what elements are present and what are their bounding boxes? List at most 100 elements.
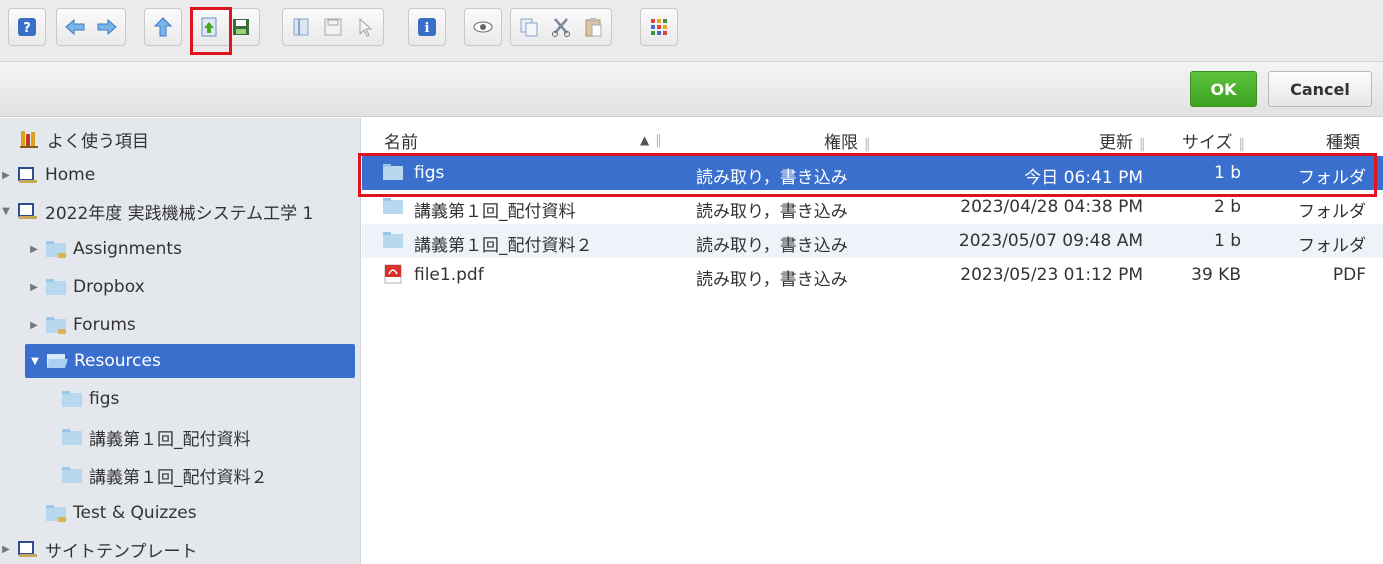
upload-button[interactable]: [190, 7, 232, 55]
column-header-size[interactable]: サイズ ‖: [1182, 128, 1245, 153]
column-header-permission[interactable]: 権限 ‖: [824, 128, 871, 153]
tree-label: Home: [45, 165, 96, 185]
file-name: figs: [414, 163, 445, 183]
toolbar-group-help: ?: [8, 8, 46, 46]
back-icon: [65, 18, 85, 36]
up-button[interactable]: [148, 12, 178, 42]
save-icon: [233, 19, 249, 35]
tree-label: 講義第１回_配付資料２: [89, 467, 268, 488]
file-size: 2 b: [1213, 197, 1241, 217]
info-button[interactable]: i: [412, 12, 442, 42]
column-header-kind[interactable]: 種類: [1326, 128, 1360, 153]
copy-button[interactable]: [514, 12, 544, 42]
file-modified: 今日 06:41 PM: [1024, 168, 1143, 188]
collapse-arrow-icon[interactable]: ▼: [29, 356, 41, 367]
action-bar: [0, 62, 1383, 117]
folder-icon: [382, 162, 404, 182]
folder-tree: よく使う項目 ▶ Home ▼ 2022年度 実践機械システム工学 1 ▶ As…: [0, 118, 361, 564]
file-permission: 読み取り，書き込み: [696, 270, 848, 290]
file-size: 39 KB: [1191, 265, 1241, 285]
tree-label: Assignments: [73, 239, 182, 259]
paste-button[interactable]: [578, 12, 608, 42]
file-kind: フォルダ: [1298, 202, 1366, 222]
tool-folder-icon: [46, 241, 66, 258]
tree-item-handout-1[interactable]: 講義第１回_配付資料: [56, 420, 251, 454]
info-icon: i: [418, 18, 436, 36]
new-document-button[interactable]: [286, 12, 316, 42]
tree-label: figs: [89, 389, 120, 409]
tree-label: Dropbox: [73, 277, 145, 297]
cancel-button[interactable]: Cancel: [1268, 71, 1372, 107]
expand-arrow-icon[interactable]: ▶: [0, 544, 12, 555]
ok-button[interactable]: OK: [1190, 71, 1257, 107]
collapse-arrow-icon[interactable]: ▼: [0, 206, 12, 217]
select-button[interactable]: [350, 12, 380, 42]
tree-item-favorites[interactable]: よく使う項目: [14, 122, 149, 156]
column-header-name[interactable]: 名前: [384, 128, 418, 153]
preview-icon: [473, 21, 493, 33]
tree-item-tests[interactable]: Test & Quizzes: [40, 496, 197, 530]
help-button[interactable]: ?: [12, 12, 42, 42]
back-button[interactable]: [60, 12, 90, 42]
tree-label: Test & Quizzes: [73, 503, 197, 523]
favorites-icon: [20, 131, 38, 148]
file-row-handout-1[interactable]: 講義第１回_配付資料 読み取り，書き込み 2023/04/28 04:38 PM…: [362, 190, 1383, 224]
tree-item-handout-2[interactable]: 講義第１回_配付資料２: [56, 458, 268, 492]
toolbar-group-file: [190, 7, 260, 55]
file-row-handout-2[interactable]: 講義第１回_配付資料２ 読み取り，書き込み 2023/05/07 09:48 A…: [362, 224, 1383, 258]
new-folder-button[interactable]: [318, 12, 348, 42]
site-icon: [18, 167, 37, 183]
list-header: 名前 ▲ ‖ 権限 ‖ 更新 ‖ サイズ ‖ 種類: [362, 128, 1383, 155]
file-size: 1 b: [1213, 163, 1241, 183]
toolbar-group-up: [144, 8, 182, 46]
upload-icon: [201, 17, 217, 37]
file-modified: 2023/05/23 01:12 PM: [960, 265, 1143, 285]
expand-arrow-icon[interactable]: ▶: [28, 282, 40, 293]
copy-icon: [520, 18, 538, 37]
toolbar-group-view: [640, 8, 678, 46]
expand-arrow-icon[interactable]: ▶: [0, 170, 12, 181]
forward-button[interactable]: [92, 12, 122, 42]
tree-item-figs[interactable]: figs: [56, 382, 119, 416]
toolbar-group-clipboard: [510, 8, 612, 46]
svg-text:i: i: [425, 21, 430, 36]
save-button[interactable]: [226, 12, 256, 42]
column-header-modified[interactable]: 更新 ‖: [1099, 128, 1146, 153]
open-folder-icon: [47, 354, 68, 368]
preview-button[interactable]: [468, 12, 498, 42]
file-modified: 2023/05/07 09:48 AM: [958, 231, 1143, 251]
toolbar: ? i: [0, 0, 1383, 62]
toolbar-group-info: i: [408, 8, 446, 46]
column-label: サイズ: [1182, 133, 1233, 153]
file-name: 講義第１回_配付資料: [414, 202, 576, 222]
tree-item-site-templates[interactable]: ▶ サイトテンプレート: [0, 532, 198, 564]
tree-label: 講義第１回_配付資料: [89, 429, 251, 450]
folder-icon: [46, 279, 66, 295]
up-icon: [153, 17, 173, 37]
file-row-file1-pdf[interactable]: file1.pdf 読み取り，書き込み 2023/05/23 01:12 PM …: [362, 258, 1383, 292]
toolbar-group-preview: [464, 8, 502, 46]
file-kind: フォルダ: [1298, 236, 1366, 256]
grid-view-button[interactable]: [644, 12, 674, 42]
column-label: 権限: [824, 133, 858, 153]
folder-icon: [62, 467, 82, 483]
help-icon: ?: [18, 18, 36, 36]
file-row-figs[interactable]: figs 読み取り，書き込み 今日 06:41 PM 1 b フォルダ: [358, 153, 1383, 197]
toolbar-group-create: [282, 8, 384, 46]
file-kind: フォルダ: [1298, 168, 1366, 188]
folder-icon: [382, 230, 404, 250]
cut-button[interactable]: [546, 12, 576, 42]
tree-item-forums[interactable]: ▶ Forums: [28, 308, 136, 342]
tree-item-assignments[interactable]: ▶ Assignments: [28, 232, 182, 266]
tree-item-course[interactable]: ▼ 2022年度 実践機械システム工学 1: [0, 194, 313, 228]
tree-item-resources[interactable]: ▼ Resources: [25, 344, 355, 378]
expand-arrow-icon[interactable]: ▶: [28, 244, 40, 255]
tree-label: Resources: [74, 351, 161, 371]
tool-folder-icon: [46, 317, 66, 334]
expand-arrow-icon[interactable]: ▶: [28, 320, 40, 331]
tree-item-dropbox[interactable]: ▶ Dropbox: [28, 270, 145, 304]
tree-item-home[interactable]: ▶ Home: [0, 158, 95, 192]
file-list: 名前 ▲ ‖ 権限 ‖ 更新 ‖ サイズ ‖ 種類 figs 読み取り，書き込み 今日 …: [358, 118, 1383, 564]
sort-ascending-icon[interactable]: ▲ ‖: [640, 133, 662, 148]
file-permission: 読み取り，書き込み: [696, 236, 848, 256]
